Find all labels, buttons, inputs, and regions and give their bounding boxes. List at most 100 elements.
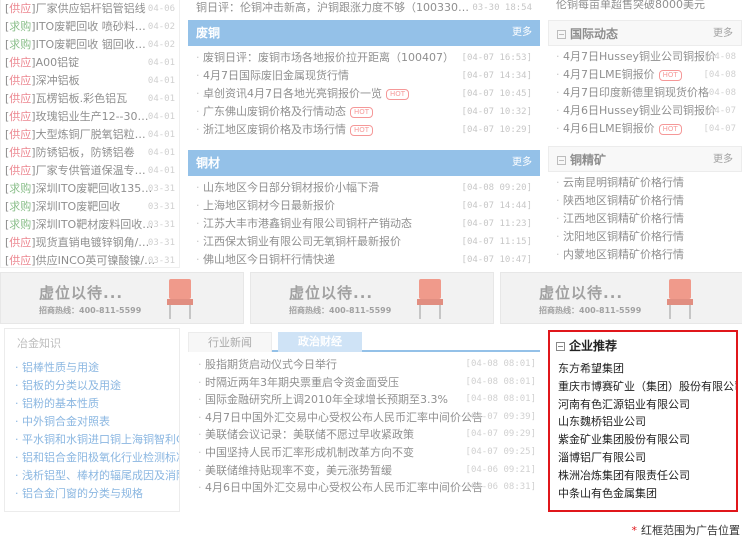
news-item-date: [04-08 <box>703 52 736 62</box>
news-item[interactable]: · 国际金融研究所上调2010年全球增长预期至3.3% [04-08 08:01] <box>188 391 540 409</box>
ad-banner[interactable]: 虚位以待... 招商热线：400-811-5599 <box>250 272 494 324</box>
news-item[interactable]: · 4月7日中国外汇交易中心受权公布人民币汇率中间价公告 [04-07 09:39… <box>188 409 540 427</box>
chair-icon <box>415 279 445 319</box>
recommend-company-link[interactable]: 重庆市博赛矿业（集团）股份有限公司 <box>550 378 736 396</box>
list-item-text: 瓦楞铝板.彩色铝瓦 <box>35 92 128 105</box>
ad-banner[interactable]: 虚位以待... 招商热线：400-811-5599 <box>500 272 742 324</box>
knowledge-link[interactable]: · 铝和铝合金阳极氧化行业检测标准 <box>5 449 179 467</box>
news-item[interactable]: · 广东佛山废铜价格及行情动态 HOT [04-07 10:32] <box>188 103 540 121</box>
recommend-company-link[interactable]: 株洲冶炼集团有限责任公司 <box>550 467 736 485</box>
news-item-text: 沈阳地区铜精矿价格行情 <box>563 230 684 243</box>
list-item-tag: 供应 <box>9 74 32 87</box>
list-item[interactable]: [求购]ITO废靶回收 喷砂料… 04-02 <box>1 18 179 36</box>
news-item[interactable]: · 美联储会议记录：美联储不愿过早收紧政策 [04-07 09:29] <box>188 426 540 444</box>
news-item[interactable]: · 4月7日印度新德里铜现货价格 [04-08 <box>548 84 742 102</box>
knowledge-link[interactable]: · 铝棒性质与用途 <box>5 359 179 377</box>
knowledge-link-text: 铝粉的基本性质 <box>22 397 99 410</box>
news-item[interactable]: · 4月7日LME铜报价 HOT [04-08 <box>548 66 742 84</box>
news-item-date: [04-07 14:34] <box>461 71 532 81</box>
news-item[interactable]: · 江西保太铜业有限公司无氧铜杆最新报价 [04-07 11:15] <box>188 233 540 251</box>
news-item[interactable]: · 云南昆明铜精矿价格行情 <box>548 174 742 192</box>
list-item[interactable]: [求购]ITO废靶回收 铟回收… 04-02 <box>1 36 179 54</box>
tab-industry-news[interactable]: 行业新闻 <box>188 332 272 352</box>
list-item[interactable]: [供应]防锈铝板，防锈铝卷 04-01 <box>1 144 179 162</box>
news-item[interactable]: · 上海地区铜材今日最新报价 [04-07 14:44] <box>188 197 540 215</box>
news-item-text: 浙江地区废铜价格及市场行情 <box>203 123 346 136</box>
news-item-text: 4月7日Hussey铜业公司铜报价 <box>563 50 716 63</box>
news-item-date: [04-07 11:15] <box>461 237 532 247</box>
recommend-company-link[interactable]: 山东魏桥铝业公司 <box>550 413 736 431</box>
bullet-icon: · <box>196 253 203 266</box>
news-item[interactable]: · 股指期货启动仪式今日举行 [04-08 08:01] <box>188 356 540 374</box>
news-item[interactable]: · 山东地区今日部分铜材报价小幅下滑 [04-08 09:20] <box>188 179 540 197</box>
knowledge-link[interactable]: · 铝合金门窗的分类与规格 <box>5 485 179 503</box>
knowledge-link[interactable]: · 中外铜合金对照表 <box>5 413 179 431</box>
bullet-icon: · <box>198 445 205 459</box>
news-item[interactable]: · 沈阳地区铜精矿价格行情 <box>548 228 742 246</box>
bullet-icon: · <box>556 230 563 243</box>
news-item[interactable]: · 4月7日国际废旧金属现货行情 [04-07 14:34] <box>188 67 540 85</box>
news-item[interactable]: · 陕西地区铜精矿价格行情 <box>548 192 742 210</box>
list-item-tag: 供应 <box>9 110 32 123</box>
intl-more-link[interactable]: 更多 <box>713 21 733 47</box>
knowledge-link[interactable]: · 铝板的分类以及用途 <box>5 377 179 395</box>
news-item[interactable]: · 浙江地区废铜价格及市场行情 HOT [04-07 10:29] <box>188 121 540 139</box>
knowledge-link[interactable]: · 平水铜和水铜进口铜上海铜智利C <box>5 431 179 449</box>
list-item[interactable]: [供应]大型炼铜厂脱氧铝粒… 04-01 <box>1 126 179 144</box>
list-item[interactable]: [供应]现货直销电镀锌钢角/… 03-31 <box>1 234 179 252</box>
news-item[interactable]: · 佛山地区今日铜杆行情快递 [04-07 10:47] <box>188 251 540 269</box>
news-item[interactable]: · 4月6日Hussey铜业公司铜报价 [04-07 <box>548 102 742 120</box>
list-item[interactable]: [供应]瓦楞铝板.彩色铝瓦 04-01 <box>1 90 179 108</box>
news-item[interactable]: · 江西地区铜精矿价格行情 <box>548 210 742 228</box>
list-item[interactable]: [供应]厂家专供管道保温专… 04-01 <box>1 162 179 180</box>
knowledge-link[interactable]: · 铝粉的基本性质 <box>5 395 179 413</box>
recommend-company-link[interactable]: 紫金矿业集团股份有限公司 <box>550 431 736 449</box>
tab-politics-finance[interactable]: 政治财经 <box>278 332 362 352</box>
recommend-company-link[interactable]: 淄博铝厂有限公司 <box>550 449 736 467</box>
intl-header: 国际动态 更多 <box>548 20 742 46</box>
knowledge-link[interactable]: · 浅析铝型、棒材的辐尾成因及消除 <box>5 467 179 485</box>
list-item[interactable]: [求购]深圳ITO靶材废料回收… 03-31 <box>1 216 179 234</box>
list-item-text: 厂家专供管道保温专… <box>35 164 146 177</box>
list-item[interactable]: [求购]深圳ITO废靶回收 03-31 <box>1 198 179 216</box>
bullet-icon: · <box>15 487 22 500</box>
list-item-text: 厂家供应铝杆铝管铝线 <box>35 2 146 15</box>
news-item[interactable]: · 中国坚持人民币汇率形成机制改革方向不变 [04-07 09:25] <box>188 444 540 462</box>
news-item[interactable]: · 江苏大丰市港鑫铜业有限公司铜杆产销动态 [04-07 11:23] <box>188 215 540 233</box>
top-right-row[interactable]: 伦铜每亩单超售突破8000美元 <box>548 0 742 14</box>
news-item[interactable]: · 废铜日评：废铜市场各地报价拉开距离（100407） [04-07 16:53] <box>188 49 540 67</box>
list-item[interactable]: [供应]供应INCO英可镍酸镍/… 03-31 <box>1 252 179 270</box>
copper-products-more-link[interactable]: 更多 <box>512 150 532 176</box>
news-item-date: [04-08 <box>703 70 736 80</box>
list-item[interactable]: [供应]深冲铝板 04-01 <box>1 72 179 90</box>
news-item[interactable]: · 美联储维持贴现率不变，美元涨势暂缓 [04-06 09:21] <box>188 462 540 480</box>
bullet-icon: · <box>556 176 563 189</box>
news-item[interactable]: · 时隔近两年3年期央票重启令资金面受压 [04-08 08:01] <box>188 374 540 392</box>
recommend-company-link[interactable]: 河南有色汇源铝业有限公司 <box>550 396 736 414</box>
news-item-date: [04-07 11:23] <box>461 219 532 229</box>
news-item[interactable]: · 4月7日Hussey铜业公司铜报价 [04-08 <box>548 48 742 66</box>
ad-title: 虚位以待... <box>39 284 124 302</box>
list-item[interactable]: [供应]厂家供应铝杆铝管铝线 04-06 <box>1 0 179 18</box>
top-news-row[interactable]: 铜日评：伦铜冲击新高，沪铜跟涨力度不够（100330… 03-30 18:54 <box>188 0 540 20</box>
news-item[interactable]: · 卓创资讯4月7日各地光亮铜报价一览 HOT [04-07 10:45] <box>188 85 540 103</box>
list-item-text: ITO废靶回收 铟回收… <box>35 38 146 51</box>
news-item-date: [04-06 08:31] <box>465 482 536 493</box>
news-item-date: [04-07 10:29] <box>461 125 532 135</box>
news-item[interactable]: · 4月6日LME铜报价 HOT [04-07 <box>548 120 742 138</box>
recommend-company-link[interactable]: 东方希望集团 <box>550 360 736 378</box>
list-item[interactable]: [供应]玫瑰铝业生产12--30… 04-01 <box>1 108 179 126</box>
ad-banner[interactable]: 虚位以待... 招商热线：400-811-5599 <box>0 272 244 324</box>
list-item-date: 03-31 <box>147 202 175 212</box>
news-item-date: [04-08 08:01] <box>465 359 536 369</box>
list-item-date: 04-02 <box>147 40 175 50</box>
recommend-company-link[interactable]: 中条山有色金属集团 <box>550 485 736 503</box>
news-item[interactable]: · 内蒙地区铜精矿价格行情 <box>548 246 742 264</box>
bullet-icon: · <box>196 105 203 118</box>
list-item[interactable]: [求购]深圳ITO废靶回收135… 03-31 <box>1 180 179 198</box>
news-item[interactable]: · 4月6日中国外汇交易中心受权公布人民币汇率中间价公告 [04-06 08:31… <box>188 479 540 497</box>
list-item[interactable]: [供应]A00铝锭 04-01 <box>1 54 179 72</box>
waste-copper-more-link[interactable]: 更多 <box>512 20 532 46</box>
concentrate-more-link[interactable]: 更多 <box>713 147 733 173</box>
news-item-text: 陕西地区铜精矿价格行情 <box>563 194 684 207</box>
